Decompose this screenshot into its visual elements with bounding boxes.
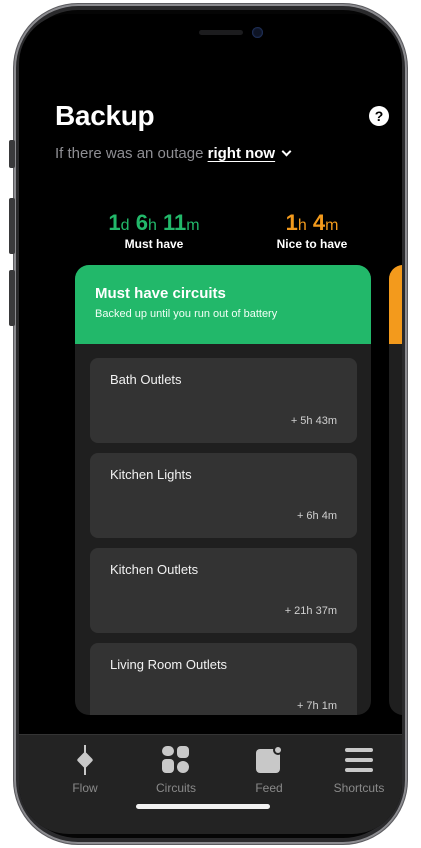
feed-icon [256,745,283,775]
tab-label: Feed [255,781,283,795]
circuits-icon [162,745,190,775]
page-title: Backup [55,100,155,131]
flow-icon [76,745,94,775]
card-title: Must have circuits [95,285,226,302]
must-have-duration-value: 1d 6h 11m [108,210,200,235]
circuit-name: Bath Outlets [110,372,182,387]
nice-to-have-card-header [389,265,402,344]
tab-label: Flow [72,781,98,795]
tab-label: Shortcuts [333,781,385,795]
tab-circuits[interactable]: Circuits [136,745,216,795]
circuit-tile-kitchen-lights[interactable]: Kitchen Lights + 6h 4m [90,453,357,538]
tab-bar: Flow Circuits Feed Shortcuts [19,734,402,834]
circuit-name: Kitchen Lights [110,467,192,482]
nice-to-have-card-peek[interactable] [389,265,402,715]
circuit-time: + 5h 43m [290,415,337,427]
shortcuts-icon [345,745,373,775]
tab-feed[interactable]: Feed [229,745,309,795]
speaker-grille [199,30,243,35]
volume-up-button [9,198,15,254]
must-have-duration: 1d 6h 11m Must have [99,210,209,251]
home-indicator[interactable] [136,804,270,809]
must-have-circuits-card: Must have circuits Backed up until you r… [75,265,371,715]
mute-switch [9,140,15,168]
nice-to-have-label: Nice to have [276,237,348,251]
nice-to-have-duration: 1h 4m Nice to have [257,210,367,251]
card-header: Must have circuits Backed up until you r… [75,265,371,344]
time-selector[interactable]: right now [208,145,276,162]
tab-label: Circuits [155,781,196,795]
front-camera [252,27,263,38]
subtitle-prefix: If there was an outage [55,145,204,162]
circuit-tile-kitchen-outlets[interactable]: Kitchen Outlets + 21h 37m [90,548,357,633]
card-subtitle: Backed up until you run out of battery [95,308,278,320]
circuit-tile-bath-outlets[interactable]: Bath Outlets + 5h 43m [90,358,357,443]
screen: Backup ? If there was an outage right no… [19,14,402,834]
notch [139,14,289,42]
circuit-time: + 21h 37m [284,605,337,617]
tab-shortcuts[interactable]: Shortcuts [319,745,399,795]
circuit-name: Living Room Outlets [110,657,228,672]
nice-to-have-duration-value: 1h 4m [285,210,339,235]
circuit-time: + 7h 1m [296,700,337,712]
must-have-label: Must have [124,237,184,251]
help-button[interactable]: ? [369,106,389,126]
circuit-name: Kitchen Outlets [110,562,199,577]
circuit-tile-living-room-outlets[interactable]: Living Room Outlets + 7h 1m [90,643,357,715]
chevron-down-icon[interactable] [281,146,292,157]
outage-subtitle: If there was an outage right now [55,145,292,162]
tab-flow[interactable]: Flow [45,745,125,795]
circuit-time: + 6h 4m [296,510,337,522]
volume-down-button [9,270,15,326]
